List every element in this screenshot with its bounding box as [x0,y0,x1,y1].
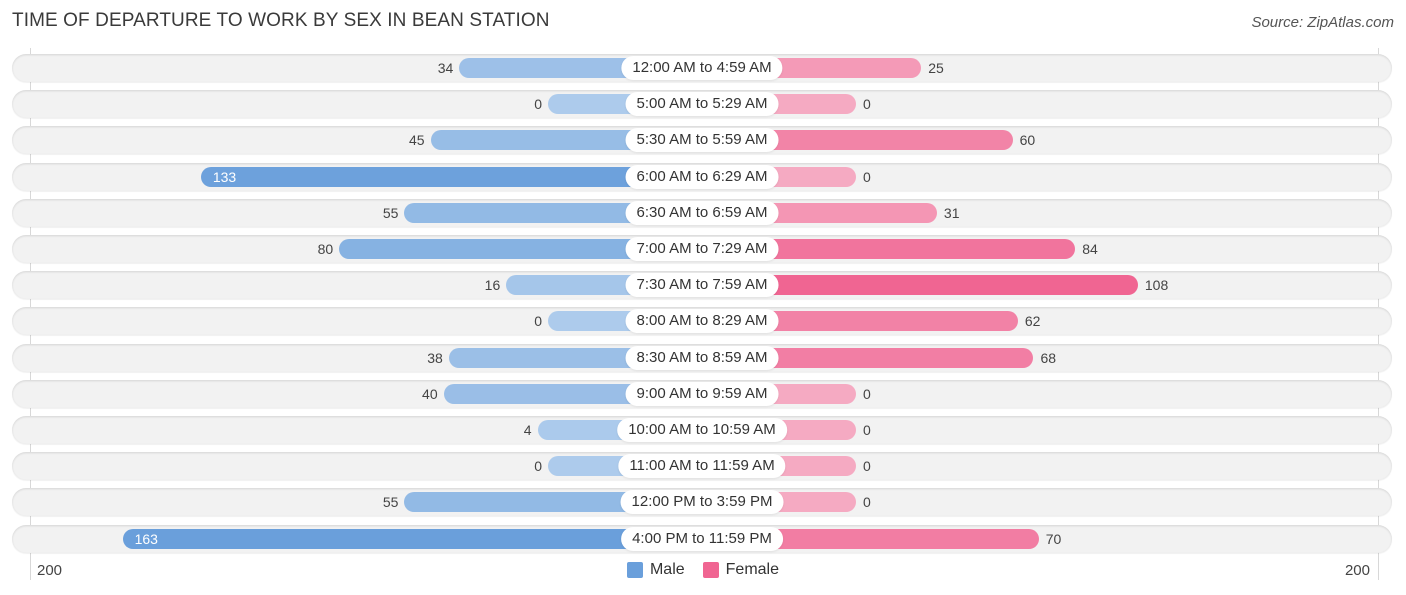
female-value-label: 108 [1144,277,1169,294]
male-value-label: 34 [437,60,454,76]
male-bar[interactable] [122,528,702,549]
category-label: 8:30 AM to 8:59 AM [625,345,779,370]
male-value-label: 40 [422,385,438,402]
male-value-label: 4 [523,422,532,438]
female-value-label: 0 [863,458,871,475]
category-label: 10:00 AM to 10:59 AM [617,418,787,442]
legend: Male Female [0,561,1406,579]
category-label: 6:30 AM to 6:59 AM [625,200,779,225]
male-value-label: 80 [317,241,334,257]
male-value-label: 45 [408,132,425,149]
female-value-label: 60 [1019,132,1036,149]
female-value-label: 68 [1040,349,1057,366]
female-value-label: 0 [863,385,871,402]
category-label: 12:00 PM to 3:59 PM [620,490,784,515]
legend-label-female: Female [725,561,780,578]
source-label: Source: ZipAtlas.com [1251,14,1394,31]
female-value-label: 84 [1082,241,1098,257]
male-value-label: 38 [427,349,443,366]
female-value-label: 0 [863,422,871,438]
category-label: 7:00 AM to 7:29 AM [625,237,779,261]
category-label: 6:00 AM to 6:29 AM [625,164,779,189]
male-swatch [626,562,643,578]
female-swatch [702,562,719,578]
category-label: 8:00 AM to 8:29 AM [625,309,779,334]
category-label: 4:00 PM to 11:59 PM [621,526,783,551]
male-value-label: 55 [382,204,399,221]
female-value-label: 0 [863,494,871,511]
category-label: 5:30 AM to 5:59 AM [625,128,779,153]
chart-title: TIME OF DEPARTURE TO WORK BY SEX IN BEAN… [12,10,550,31]
female-value-label: 25 [928,60,944,76]
female-value-label: 0 [863,168,871,185]
legend-item-male[interactable]: Male [626,561,685,579]
category-label: 5:00 AM to 5:29 AM [625,92,779,117]
male-value-label: 55 [382,494,399,511]
female-value-label: 0 [863,96,871,113]
legend-item-female[interactable]: Female [702,561,780,579]
male-value-label: 133 [212,168,237,185]
category-label: 7:30 AM to 7:59 AM [625,273,779,298]
male-value-label: 0 [534,313,542,330]
category-label: 11:00 AM to 11:59 AM [618,454,786,479]
male-value-label: 0 [534,96,542,113]
legend-label-male: Male [649,561,685,578]
category-label: 12:00 AM to 4:59 AM [621,56,783,80]
male-value-label: 163 [134,530,158,547]
male-value-label: 16 [484,277,501,294]
female-value-label: 31 [943,204,960,221]
female-value-label: 62 [1024,313,1041,330]
female-value-label: 70 [1045,530,1062,547]
category-label: 9:00 AM to 9:59 AM [625,381,779,406]
male-value-label: 0 [534,458,542,475]
